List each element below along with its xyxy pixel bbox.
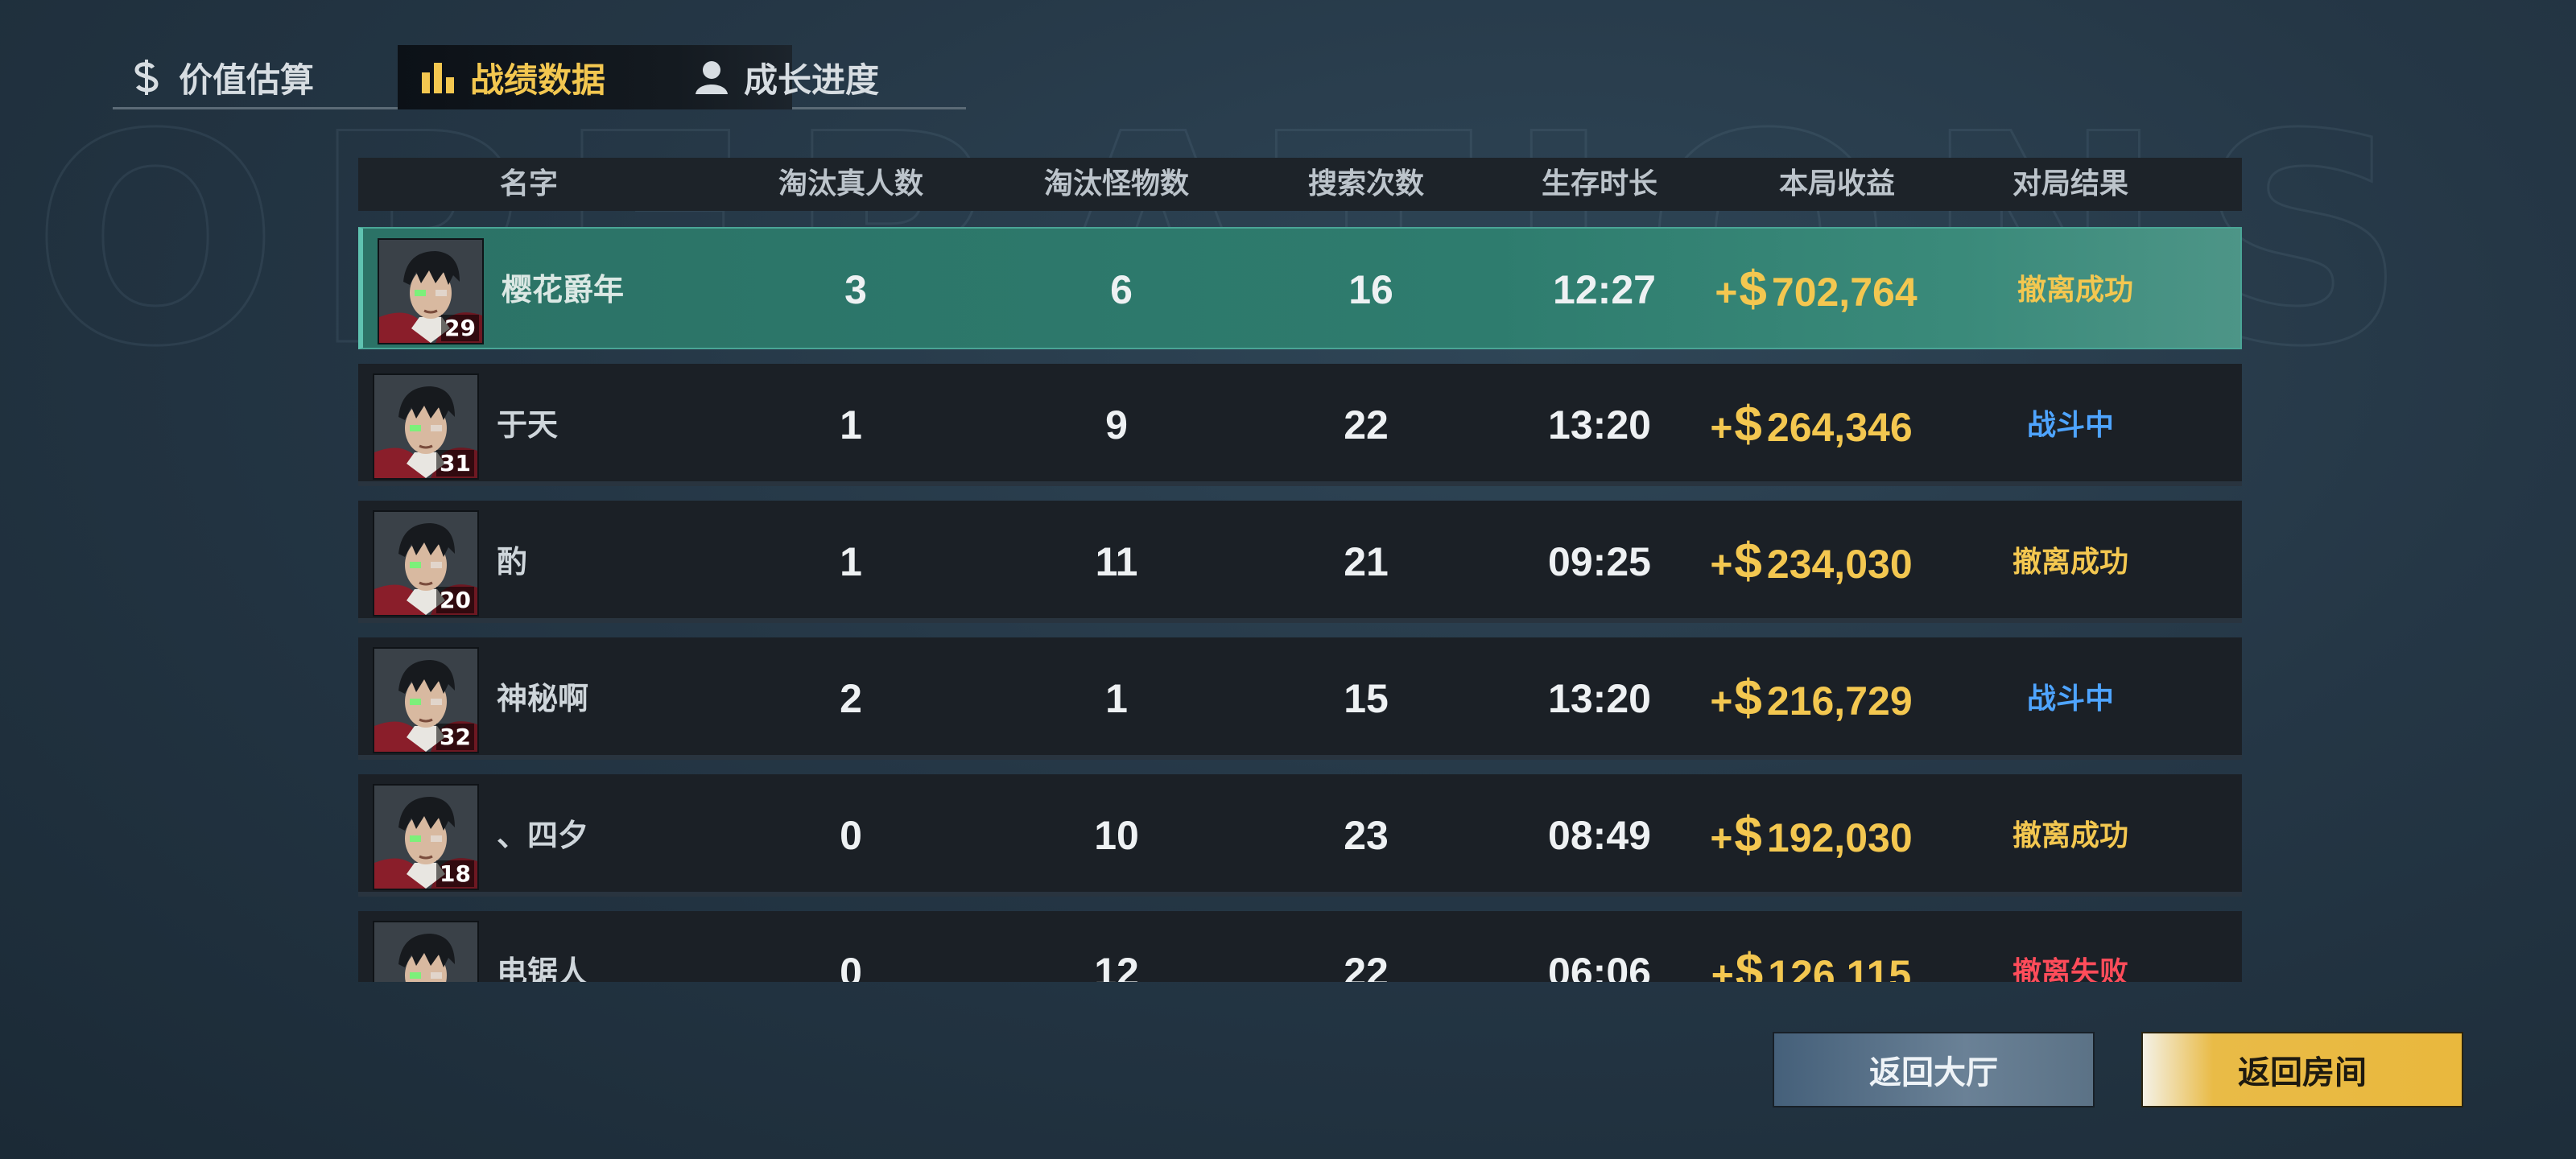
- monster-kills: 6: [1110, 267, 1133, 312]
- round-earnings: +$ 234,030: [1710, 501, 1912, 623]
- avatar[interactable]: 20: [373, 510, 479, 617]
- survival-time: 12:27: [1553, 267, 1656, 312]
- return-room-button[interactable]: 返回房间: [2141, 1032, 2463, 1107]
- player-kills: 2: [840, 676, 862, 721]
- player-level: 31: [436, 450, 474, 476]
- monster-kills: 9: [1105, 402, 1128, 448]
- round-earnings: +$ 264,346: [1710, 364, 1912, 486]
- player-name: 于天: [497, 407, 559, 443]
- round-earnings: +$ 702,764: [1715, 229, 1917, 351]
- tab-bar: 价值估算 战绩数据 成长进度: [113, 45, 966, 109]
- tab-growth-progress[interactable]: 成长进度: [694, 45, 879, 109]
- earnings-value: 216,729: [1766, 678, 1913, 724]
- earnings-value: 264,346: [1766, 405, 1913, 450]
- player-level: 20: [436, 587, 474, 613]
- monster-kills: 1: [1105, 676, 1128, 721]
- earnings-value: 702,764: [1771, 270, 1918, 315]
- search-count: 16: [1348, 267, 1393, 312]
- player-level: 29: [441, 315, 479, 341]
- search-count: 22: [1344, 402, 1389, 448]
- earnings-sign: +: [1711, 955, 1734, 982]
- player-level: 18: [436, 860, 474, 887]
- avatar[interactable]: 31: [373, 373, 479, 480]
- earnings-value: 192,030: [1766, 815, 1913, 860]
- match-result: 战斗中: [2026, 408, 2115, 441]
- bar-chart-icon: [420, 57, 456, 97]
- match-result: 撤离成功: [2012, 545, 2129, 578]
- earnings-sign: +: [1715, 272, 1738, 315]
- header-monster-kills: 淘汰怪物数: [1043, 167, 1190, 200]
- player-level: 32: [436, 724, 474, 750]
- player-name: 电锯人: [497, 955, 589, 982]
- earnings-value: 234,030: [1766, 542, 1913, 587]
- return-lobby-button[interactable]: 返回大厅: [1773, 1032, 2095, 1107]
- survival-time: 13:20: [1548, 402, 1651, 448]
- tab-label: 价值估算: [179, 60, 315, 100]
- table-row[interactable]: 电锯人 0 12 22 06:06 +$ 126,115 撤离失败: [358, 911, 2242, 982]
- currency-symbol: $: [1734, 670, 1762, 726]
- header-survival-time: 生存时长: [1541, 167, 1658, 200]
- round-earnings: +$ 216,729: [1710, 637, 1912, 760]
- survival-time: 13:20: [1548, 676, 1651, 721]
- earnings-sign: +: [1710, 407, 1733, 450]
- header-earnings: 本局收益: [1778, 167, 1896, 200]
- table-row[interactable]: 18 、四夕 0 10 23 08:49 +$ 192,030 撤离成功: [358, 774, 2242, 897]
- monster-kills: 12: [1094, 950, 1139, 982]
- search-count: 15: [1344, 676, 1389, 721]
- dollar-icon: [129, 57, 164, 97]
- match-result: 撤离成功: [2017, 273, 2134, 306]
- player-kills: 3: [844, 267, 867, 312]
- tab-value-estimate[interactable]: 价值估算: [129, 45, 314, 109]
- survival-time: 08:49: [1548, 813, 1651, 858]
- person-icon: [694, 57, 729, 97]
- table-row[interactable]: 20 酌 1 11 21 09:25 +$ 234,030 撤离成功: [358, 501, 2242, 623]
- player-kills: 0: [840, 813, 862, 858]
- survival-time: 09:25: [1548, 539, 1651, 584]
- tab-label: 战绩数据: [470, 60, 606, 100]
- player-kills: 1: [840, 402, 862, 448]
- player-kills: 1: [840, 539, 862, 584]
- header-result: 对局结果: [2012, 167, 2129, 200]
- round-earnings: +$ 126,115: [1711, 911, 1912, 982]
- table-row-self[interactable]: 29 樱花爵年 3 6 16 12:27 +$ 702,764 撤离成功: [358, 227, 2242, 349]
- earnings-sign: +: [1710, 544, 1733, 587]
- earnings-value: 126,115: [1768, 952, 1912, 982]
- search-count: 23: [1344, 813, 1389, 858]
- earnings-sign: +: [1710, 818, 1733, 860]
- currency-symbol: $: [1734, 534, 1762, 589]
- match-result: 撤离成功: [2012, 819, 2129, 852]
- avatar[interactable]: 32: [373, 647, 479, 753]
- survival-time: 06:06: [1548, 950, 1651, 982]
- header-player-kills: 淘汰真人数: [778, 167, 924, 200]
- search-count: 21: [1344, 539, 1389, 584]
- scoreboard-table: 名字 淘汰真人数 淘汰怪物数 搜索次数 生存时长 本局收益 对局结果 29 樱花…: [358, 158, 2242, 982]
- avatar[interactable]: [373, 921, 479, 982]
- player-name: 神秘啊: [497, 681, 589, 716]
- player-name: 、四夕: [497, 818, 589, 853]
- match-result: 战斗中: [2026, 682, 2115, 715]
- header-name: 名字: [499, 167, 559, 200]
- currency-symbol: $: [1734, 397, 1762, 452]
- tab-label: 成长进度: [744, 60, 880, 100]
- avatar[interactable]: 18: [373, 784, 479, 890]
- search-count: 22: [1344, 950, 1389, 982]
- table-row[interactable]: 32 神秘啊 2 1 15 13:20 +$ 216,729 战斗中: [358, 637, 2242, 760]
- earnings-sign: +: [1710, 681, 1733, 724]
- player-name: 酌: [497, 544, 528, 580]
- player-name: 樱花爵年: [502, 272, 625, 307]
- player-kills: 0: [840, 950, 862, 982]
- table-header: 名字 淘汰真人数 淘汰怪物数 搜索次数 生存时长 本局收益 对局结果: [358, 158, 2242, 211]
- match-result: 撤离失败: [2012, 955, 2129, 982]
- monster-kills: 10: [1094, 813, 1139, 858]
- currency-symbol: $: [1734, 807, 1762, 863]
- header-searches: 搜索次数: [1307, 167, 1425, 200]
- round-earnings: +$ 192,030: [1710, 774, 1912, 897]
- table-row[interactable]: 31 于天 1 9 22 13:20 +$ 264,346 战斗中: [358, 364, 2242, 486]
- currency-symbol: $: [1739, 262, 1767, 317]
- monster-kills: 11: [1095, 539, 1138, 584]
- currency-symbol: $: [1735, 944, 1764, 982]
- avatar[interactable]: 29: [378, 238, 484, 344]
